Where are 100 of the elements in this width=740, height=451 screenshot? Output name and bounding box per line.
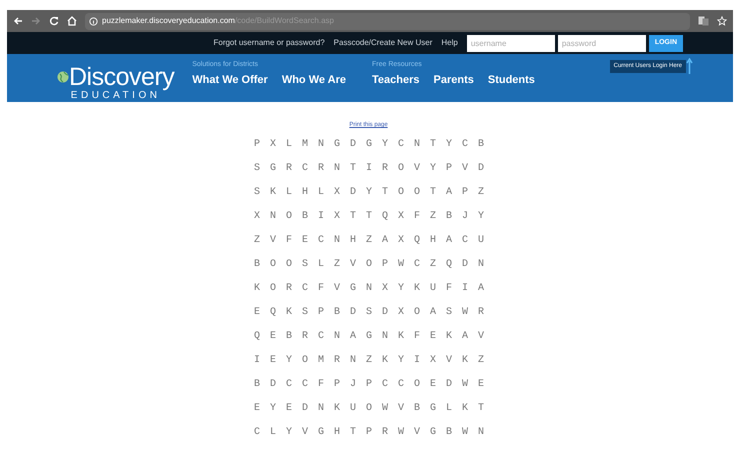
puzzle-letter: D xyxy=(348,138,357,151)
puzzle-letter: G xyxy=(428,402,437,415)
puzzle-letter: K xyxy=(252,282,261,295)
puzzle-letter: L xyxy=(284,186,293,199)
puzzle-letter: Q xyxy=(380,210,389,223)
globe-icon xyxy=(57,71,69,83)
puzzle-letter: O xyxy=(284,258,293,271)
puzzle-letter: O xyxy=(364,402,373,415)
puzzle-letter: P xyxy=(460,186,469,199)
puzzle-letter: G xyxy=(364,330,373,343)
puzzle-letter: R xyxy=(476,306,485,319)
top-link[interactable]: Help xyxy=(441,37,458,49)
puzzle-letter: T xyxy=(428,186,437,199)
puzzle-letter: Y xyxy=(364,186,373,199)
puzzle-letter: P xyxy=(444,162,453,175)
nav-link[interactable]: What We Offer xyxy=(192,72,268,88)
puzzle-letter: S xyxy=(252,186,261,199)
puzzle-letter: Z xyxy=(364,354,373,367)
puzzle-letter: F xyxy=(284,234,293,247)
puzzle-letter: N xyxy=(348,354,357,367)
puzzle-letter: S xyxy=(252,162,261,175)
puzzle-letter: C xyxy=(380,378,389,391)
puzzle-letter: F xyxy=(316,282,325,295)
puzzle-letter: R xyxy=(284,162,293,175)
puzzle-letter: B xyxy=(284,330,293,343)
puzzle-letter: B xyxy=(444,210,453,223)
puzzle-letter: M xyxy=(316,354,325,367)
puzzle-letter: D xyxy=(348,306,357,319)
puzzle-letter: V xyxy=(348,258,357,271)
puzzle-letter: D xyxy=(268,378,277,391)
puzzle-letter: Y xyxy=(396,354,405,367)
puzzle-letter: V xyxy=(460,162,469,175)
up-arrow-icon xyxy=(686,58,693,74)
puzzle-letter: X xyxy=(428,354,437,367)
puzzle-letter: A xyxy=(476,282,485,295)
puzzle-letter: N xyxy=(476,258,485,271)
puzzle-letter: B xyxy=(444,426,453,439)
puzzle-letter: O xyxy=(412,186,421,199)
puzzle-letter: V xyxy=(476,330,485,343)
puzzle-letter: P xyxy=(380,258,389,271)
puzzle-letter: X xyxy=(396,306,405,319)
username-field[interactable]: username xyxy=(466,34,555,52)
puzzle-letter: X xyxy=(332,186,341,199)
puzzle-letter: U xyxy=(476,234,485,247)
nav-link[interactable]: Who We Are xyxy=(282,72,346,88)
puzzle-letter: A xyxy=(428,306,437,319)
top-link[interactable]: Passcode/Create New User xyxy=(334,37,432,49)
logo-wordmark[interactable]: Discovery xyxy=(69,64,174,90)
puzzle-letter: T xyxy=(348,426,357,439)
nav-link[interactable]: Parents xyxy=(434,72,474,88)
puzzle-letter: W xyxy=(460,378,469,391)
puzzle-letter: Y xyxy=(284,354,293,367)
puzzle-letter: V xyxy=(300,426,309,439)
puzzle-letter: E xyxy=(300,234,309,247)
puzzle-letter: B xyxy=(476,138,485,151)
puzzle-letter: L xyxy=(444,402,453,415)
back-icon[interactable] xyxy=(13,16,23,26)
puzzle-letter: O xyxy=(268,282,277,295)
puzzle-letter: G xyxy=(268,162,277,175)
nav-link[interactable]: Teachers xyxy=(372,72,420,88)
puzzle-letter: Q xyxy=(444,258,453,271)
puzzle-letter: C xyxy=(300,282,309,295)
puzzle-letter: K xyxy=(332,402,341,415)
puzzle-letter: O xyxy=(412,306,421,319)
top-link[interactable]: Forgot username or password? xyxy=(213,37,325,49)
puzzle-letter: H xyxy=(332,426,341,439)
puzzle-letter: N xyxy=(476,426,485,439)
nav-link[interactable]: Students xyxy=(488,72,535,88)
puzzle-letter: V xyxy=(332,282,341,295)
puzzle-letter: I xyxy=(412,354,421,367)
puzzle-letter: W xyxy=(380,402,389,415)
star-icon[interactable] xyxy=(717,16,727,26)
puzzle-letter: G xyxy=(348,282,357,295)
puzzle-letter: Q xyxy=(412,234,421,247)
reload-icon[interactable] xyxy=(49,16,59,26)
puzzle-letter: R xyxy=(380,162,389,175)
puzzle-letter: Z xyxy=(476,354,485,367)
puzzle-letter: T xyxy=(348,162,357,175)
puzzle-letter: J xyxy=(348,378,357,391)
puzzle-letter: K xyxy=(444,330,453,343)
puzzle-letter: T xyxy=(348,210,357,223)
puzzle-letter: C xyxy=(300,162,309,175)
puzzle-letter: D xyxy=(460,258,469,271)
puzzle-letter: A xyxy=(380,234,389,247)
password-field[interactable]: password xyxy=(558,34,646,52)
puzzle-letter: D xyxy=(380,306,389,319)
puzzle-letter: K xyxy=(396,330,405,343)
puzzle-letter: G xyxy=(332,138,341,151)
puzzle-letter: P xyxy=(252,138,261,151)
home-icon[interactable] xyxy=(67,16,77,26)
puzzle-letter: S xyxy=(444,306,453,319)
puzzle-letter: O xyxy=(300,354,309,367)
puzzle-letter: W xyxy=(460,306,469,319)
puzzle-letter: N xyxy=(332,162,341,175)
puzzle-letter: D xyxy=(348,186,357,199)
puzzle-letter: C xyxy=(460,234,469,247)
puzzle-letter: T xyxy=(476,402,485,415)
puzzle-letter: A xyxy=(348,330,357,343)
puzzle-letter: O xyxy=(396,186,405,199)
puzzle-letter: N xyxy=(316,138,325,151)
